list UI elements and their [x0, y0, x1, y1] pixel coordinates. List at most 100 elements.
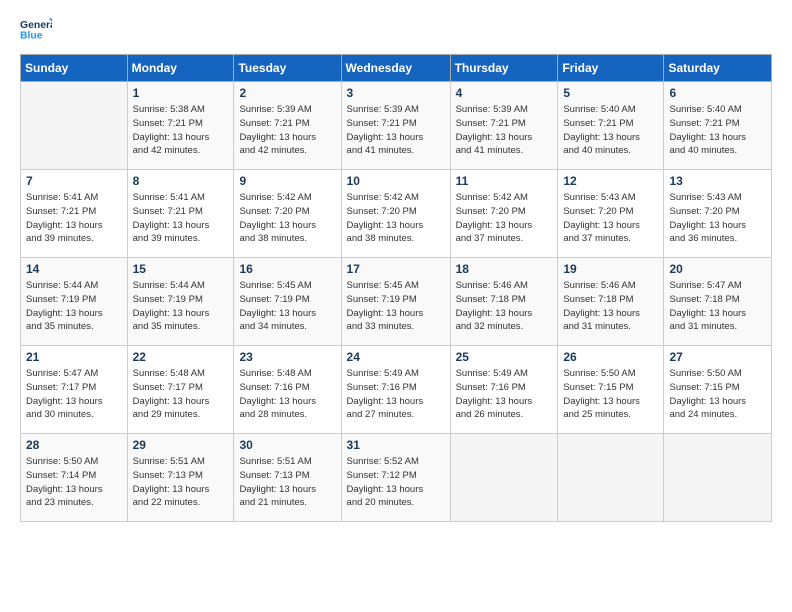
cell-info: Sunrise: 5:50 AM Sunset: 7:14 PM Dayligh… [26, 455, 122, 510]
cell-info: Sunrise: 5:51 AM Sunset: 7:13 PM Dayligh… [133, 455, 229, 510]
calendar-cell: 30 Sunrise: 5:51 AM Sunset: 7:13 PM Dayli… [234, 434, 341, 522]
cell-date: 9 [239, 174, 335, 188]
cell-date: 26 [563, 350, 658, 364]
weekday-header: Sunday [21, 55, 128, 82]
calendar-cell: 3Sunrise: 5:39 AM Sunset: 7:21 PM Daylig… [341, 82, 450, 170]
cell-date: 17 [347, 262, 445, 276]
svg-text:Blue: Blue [20, 30, 43, 41]
cell-info: Sunrise: 5:50 AM Sunset: 7:15 PM Dayligh… [669, 367, 766, 422]
calendar-cell: 19 Sunrise: 5:46 AM Sunset: 7:18 PM Dayli… [558, 258, 664, 346]
calendar-cell: 22 Sunrise: 5:48 AM Sunset: 7:17 PM Dayli… [127, 346, 234, 434]
calendar-cell: 26 Sunrise: 5:50 AM Sunset: 7:15 PM Dayli… [558, 346, 664, 434]
cell-date: 21 [26, 350, 122, 364]
calendar-cell [558, 434, 664, 522]
calendar-week-row: 7 Sunrise: 5:41 AM Sunset: 7:21 PM Daylig… [21, 170, 772, 258]
cell-date: 28 [26, 438, 122, 452]
cell-info: Sunrise: 5:46 AM Sunset: 7:18 PM Dayligh… [456, 279, 553, 334]
calendar-cell: 14Sunrise: 5:44 AM Sunset: 7:19 PM Dayli… [21, 258, 128, 346]
logo-icon: GeneralBlue [20, 16, 52, 44]
cell-info: Sunrise: 5:47 AM Sunset: 7:17 PM Dayligh… [26, 367, 122, 422]
calendar-week-row: 1 Sunrise: 5:38 AM Sunset: 7:21 PM Daylig… [21, 82, 772, 170]
cell-date: 6 [669, 86, 766, 100]
cell-info: Sunrise: 5:45 AM Sunset: 7:19 PM Dayligh… [347, 279, 445, 334]
calendar-cell: 28 Sunrise: 5:50 AM Sunset: 7:14 PM Dayli… [21, 434, 128, 522]
calendar-cell: 27 Sunrise: 5:50 AM Sunset: 7:15 PM Dayli… [664, 346, 772, 434]
cell-date: 7 [26, 174, 122, 188]
cell-info: Sunrise: 5:50 AM Sunset: 7:15 PM Dayligh… [563, 367, 658, 422]
cell-info: Sunrise: 5:47 AM Sunset: 7:18 PM Dayligh… [669, 279, 766, 334]
cell-date: 15 [133, 262, 229, 276]
cell-date: 22 [133, 350, 229, 364]
cell-info: Sunrise: 5:45 AM Sunset: 7:19 PM Dayligh… [239, 279, 335, 334]
calendar-cell: 10Sunrise: 5:42 AM Sunset: 7:20 PM Dayli… [341, 170, 450, 258]
cell-info: Sunrise: 5:43 AM Sunset: 7:20 PM Dayligh… [563, 191, 658, 246]
cell-info: Sunrise: 5:39 AM Sunset: 7:21 PM Dayligh… [347, 103, 445, 158]
cell-info: Sunrise: 5:49 AM Sunset: 7:16 PM Dayligh… [347, 367, 445, 422]
calendar-cell [450, 434, 558, 522]
cell-date: 29 [133, 438, 229, 452]
calendar-body: 1 Sunrise: 5:38 AM Sunset: 7:21 PM Daylig… [21, 82, 772, 522]
cell-info: Sunrise: 5:39 AM Sunset: 7:21 PM Dayligh… [456, 103, 553, 158]
weekday-row: SundayMondayTuesdayWednesdayThursdayFrid… [21, 55, 772, 82]
cell-date: 11 [456, 174, 553, 188]
calendar-cell: 21 Sunrise: 5:47 AM Sunset: 7:17 PM Dayli… [21, 346, 128, 434]
calendar-cell: 15Sunrise: 5:44 AM Sunset: 7:19 PM Dayli… [127, 258, 234, 346]
calendar-week-row: 28 Sunrise: 5:50 AM Sunset: 7:14 PM Dayli… [21, 434, 772, 522]
cell-info: Sunrise: 5:42 AM Sunset: 7:20 PM Dayligh… [456, 191, 553, 246]
calendar-cell: 1 Sunrise: 5:38 AM Sunset: 7:21 PM Daylig… [127, 82, 234, 170]
calendar-cell: 4Sunrise: 5:39 AM Sunset: 7:21 PM Daylig… [450, 82, 558, 170]
cell-date: 25 [456, 350, 553, 364]
weekday-header: Friday [558, 55, 664, 82]
calendar-cell: 29 Sunrise: 5:51 AM Sunset: 7:13 PM Dayli… [127, 434, 234, 522]
cell-info: Sunrise: 5:41 AM Sunset: 7:21 PM Dayligh… [133, 191, 229, 246]
calendar-cell: 8 Sunrise: 5:41 AM Sunset: 7:21 PM Daylig… [127, 170, 234, 258]
calendar-table: SundayMondayTuesdayWednesdayThursdayFrid… [20, 54, 772, 522]
cell-info: Sunrise: 5:49 AM Sunset: 7:16 PM Dayligh… [456, 367, 553, 422]
cell-date: 19 [563, 262, 658, 276]
page-header: GeneralBlue [20, 16, 772, 44]
calendar-cell: 5 Sunrise: 5:40 AM Sunset: 7:21 PM Daylig… [558, 82, 664, 170]
calendar-cell: 6 Sunrise: 5:40 AM Sunset: 7:21 PM Daylig… [664, 82, 772, 170]
calendar-cell: 31Sunrise: 5:52 AM Sunset: 7:12 PM Dayli… [341, 434, 450, 522]
cell-info: Sunrise: 5:48 AM Sunset: 7:17 PM Dayligh… [133, 367, 229, 422]
calendar-cell: 23 Sunrise: 5:48 AM Sunset: 7:16 PM Dayli… [234, 346, 341, 434]
calendar-cell [664, 434, 772, 522]
calendar-cell: 13 Sunrise: 5:43 AM Sunset: 7:20 PM Dayli… [664, 170, 772, 258]
cell-date: 31 [347, 438, 445, 452]
cell-date: 27 [669, 350, 766, 364]
cell-info: Sunrise: 5:46 AM Sunset: 7:18 PM Dayligh… [563, 279, 658, 334]
cell-info: Sunrise: 5:48 AM Sunset: 7:16 PM Dayligh… [239, 367, 335, 422]
calendar-cell: 18 Sunrise: 5:46 AM Sunset: 7:18 PM Dayli… [450, 258, 558, 346]
svg-text:General: General [20, 20, 52, 31]
cell-date: 5 [563, 86, 658, 100]
calendar-cell: 12 Sunrise: 5:43 AM Sunset: 7:20 PM Dayli… [558, 170, 664, 258]
cell-info: Sunrise: 5:38 AM Sunset: 7:21 PM Dayligh… [133, 103, 229, 158]
cell-info: Sunrise: 5:39 AM Sunset: 7:21 PM Dayligh… [239, 103, 335, 158]
logo: GeneralBlue [20, 16, 52, 44]
weekday-header: Wednesday [341, 55, 450, 82]
cell-date: 16 [239, 262, 335, 276]
weekday-header: Saturday [664, 55, 772, 82]
cell-info: Sunrise: 5:40 AM Sunset: 7:21 PM Dayligh… [563, 103, 658, 158]
calendar-cell: 17 Sunrise: 5:45 AM Sunset: 7:19 PM Dayli… [341, 258, 450, 346]
cell-info: Sunrise: 5:43 AM Sunset: 7:20 PM Dayligh… [669, 191, 766, 246]
calendar-cell: 11 Sunrise: 5:42 AM Sunset: 7:20 PM Dayli… [450, 170, 558, 258]
cell-date: 1 [133, 86, 229, 100]
cell-date: 8 [133, 174, 229, 188]
calendar-cell: 24 Sunrise: 5:49 AM Sunset: 7:16 PM Dayli… [341, 346, 450, 434]
cell-info: Sunrise: 5:42 AM Sunset: 7:20 PM Dayligh… [347, 191, 445, 246]
cell-info: Sunrise: 5:51 AM Sunset: 7:13 PM Dayligh… [239, 455, 335, 510]
cell-date: 14 [26, 262, 122, 276]
cell-info: Sunrise: 5:40 AM Sunset: 7:21 PM Dayligh… [669, 103, 766, 158]
cell-date: 30 [239, 438, 335, 452]
weekday-header: Monday [127, 55, 234, 82]
calendar-cell: 2 Sunrise: 5:39 AM Sunset: 7:21 PM Daylig… [234, 82, 341, 170]
cell-date: 2 [239, 86, 335, 100]
cell-date: 23 [239, 350, 335, 364]
calendar-cell: 16 Sunrise: 5:45 AM Sunset: 7:19 PM Dayli… [234, 258, 341, 346]
cell-date: 12 [563, 174, 658, 188]
cell-date: 24 [347, 350, 445, 364]
calendar-week-row: 21 Sunrise: 5:47 AM Sunset: 7:17 PM Dayli… [21, 346, 772, 434]
cell-date: 18 [456, 262, 553, 276]
cell-date: 13 [669, 174, 766, 188]
